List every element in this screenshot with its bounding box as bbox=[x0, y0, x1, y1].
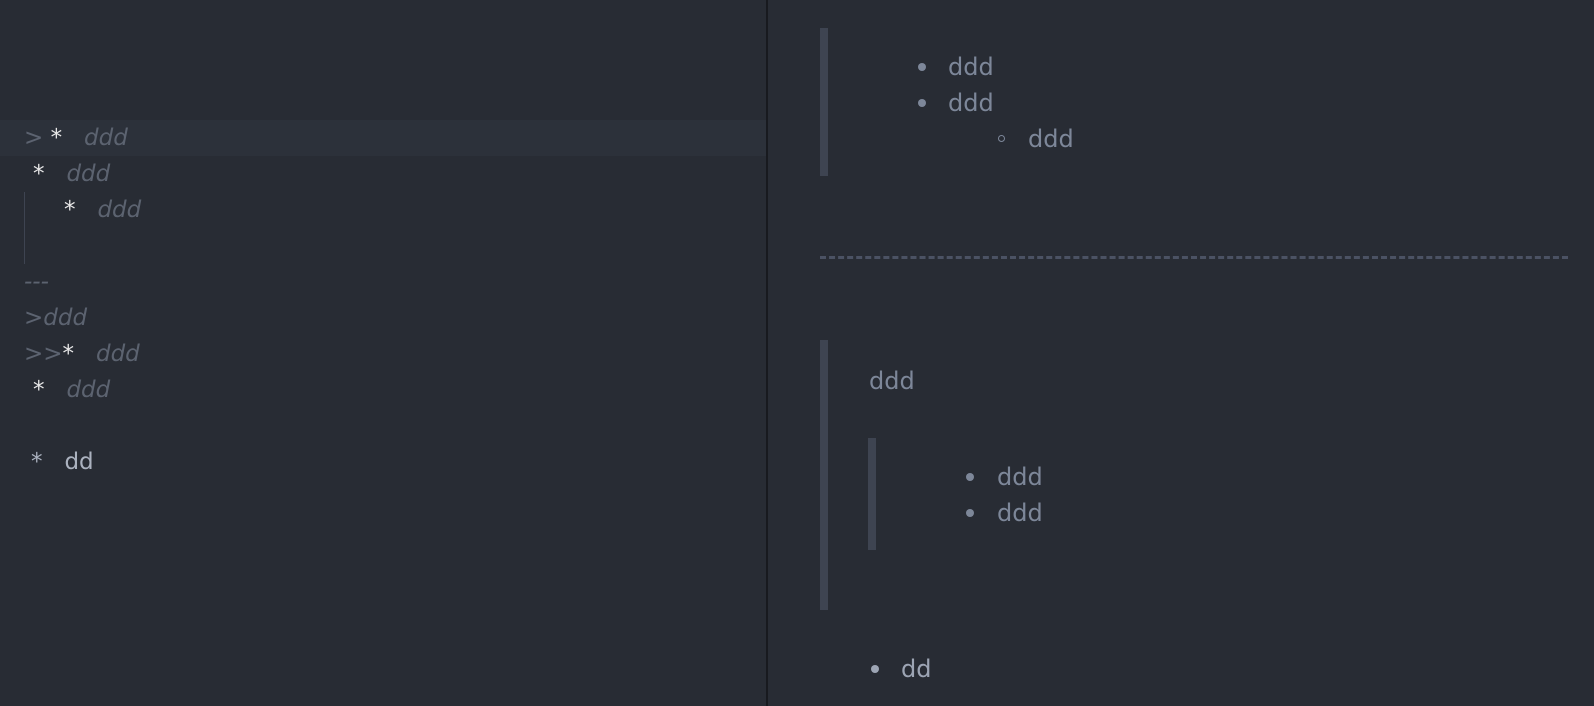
list-item: ddd bbox=[997, 499, 1043, 527]
bullet-icon bbox=[918, 63, 926, 71]
bullet-icon bbox=[966, 509, 974, 517]
bullet-icon bbox=[871, 665, 879, 673]
editor-line-nested-quote[interactable]: >>* ddd bbox=[24, 336, 140, 372]
editor-line-8[interactable]: * dd bbox=[31, 444, 94, 480]
quote-marker: > bbox=[24, 125, 44, 151]
nested-blockquote-bar bbox=[868, 438, 876, 550]
hr-syntax: --- bbox=[24, 269, 49, 295]
editor-line-quote[interactable]: >ddd bbox=[24, 300, 87, 336]
markdown-editor[interactable]: > * ddd * ddd * ddd --- >ddd >>* ddd * d… bbox=[0, 0, 766, 706]
indent-guide bbox=[24, 192, 25, 264]
list-item: dd bbox=[901, 655, 932, 683]
line-text: ddd bbox=[95, 341, 140, 367]
line-text: ddd bbox=[97, 197, 142, 223]
bullet-icon bbox=[918, 99, 926, 107]
horizontal-rule bbox=[820, 256, 1568, 259]
list-marker: * bbox=[62, 341, 75, 367]
quote-paragraph: ddd bbox=[869, 367, 915, 395]
line-text: ddd bbox=[66, 377, 111, 403]
list-marker: * bbox=[50, 125, 63, 151]
list-marker: * bbox=[33, 377, 45, 403]
list-marker: * bbox=[33, 161, 45, 187]
list-item: ddd bbox=[948, 53, 994, 81]
bullet-icon bbox=[966, 473, 974, 481]
editor-line-3[interactable]: * ddd bbox=[64, 192, 141, 228]
editor-line-7[interactable]: * ddd bbox=[33, 372, 110, 408]
line-text: >ddd bbox=[24, 305, 88, 331]
quote-marker: >> bbox=[24, 341, 63, 367]
list-item: ddd bbox=[997, 463, 1043, 491]
list-item: ddd bbox=[948, 89, 994, 117]
list-marker: * bbox=[31, 449, 43, 475]
editor-line-1[interactable]: > * ddd bbox=[24, 120, 128, 156]
editor-line-2[interactable]: * ddd bbox=[33, 156, 110, 192]
blockquote-bar bbox=[820, 340, 828, 610]
hollow-bullet-icon bbox=[998, 135, 1005, 142]
line-text: ddd bbox=[84, 125, 128, 151]
nested-list-item: ddd bbox=[1028, 125, 1074, 153]
list-marker: * bbox=[64, 197, 76, 223]
line-text: dd bbox=[64, 449, 94, 475]
editor-line-hr[interactable]: --- bbox=[24, 264, 49, 300]
blockquote-bar bbox=[820, 28, 828, 176]
markdown-preview: ddd ddd ddd ddd ddd ddd dd bbox=[768, 0, 1594, 706]
line-text: ddd bbox=[66, 161, 111, 187]
